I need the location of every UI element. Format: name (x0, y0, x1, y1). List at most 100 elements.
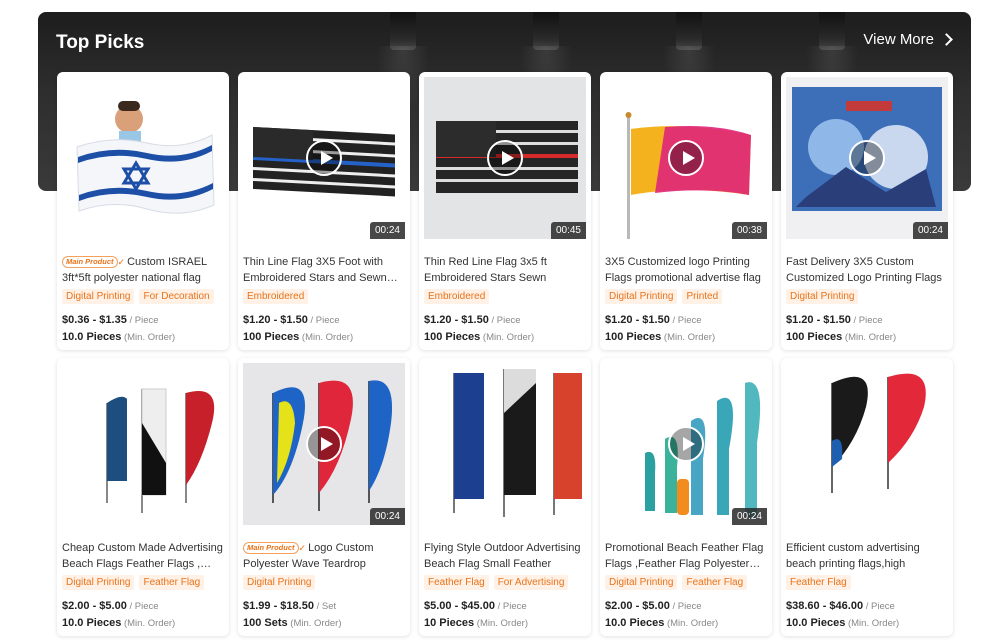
video-duration: 00:24 (369, 222, 405, 239)
product-tag: Feather Flag (682, 575, 748, 590)
teardrop-sale-flags-image (786, 363, 948, 525)
video-duration: 00:45 (550, 222, 586, 239)
product-tag: Feather Flag (786, 575, 851, 590)
product-image[interactable]: 00:24 (786, 77, 948, 239)
product-card[interactable]: 00:24 Thin Line Flag 3X5 Foot with Embro… (238, 72, 410, 350)
price-range: $5.00 - $45.00 (424, 600, 495, 612)
product-title[interactable]: Thin Red Line Flag 3x5 ft Embroidered St… (424, 254, 586, 286)
video-duration: 00:24 (912, 222, 948, 239)
product-tag: Digital Printing (62, 289, 135, 304)
product-moq: 10.0 Pieces (Min. Order) (62, 331, 175, 343)
product-title-text: Promotional Beach Feather Flag Flags ,Fe… (605, 542, 764, 570)
price-range: $2.00 - $5.00 (62, 600, 127, 612)
product-card[interactable]: 00:24 Promotional Beach Feather Flag Fla… (600, 358, 772, 636)
product-title-text: Efficient custom advertising beach print… (786, 542, 920, 570)
view-more-link[interactable]: View More (863, 31, 953, 48)
play-icon[interactable] (849, 140, 885, 176)
play-icon[interactable] (668, 140, 704, 176)
play-icon[interactable] (668, 426, 704, 462)
product-price: $38.60 - $46.00 / Piece (786, 600, 895, 612)
price-range: $1.99 - $18.50 (243, 600, 314, 612)
product-tag: For Advertising (493, 575, 569, 590)
min-order-quantity: 100 Sets (243, 617, 288, 629)
product-image[interactable] (62, 363, 224, 525)
product-tags: Digital Printing For Decoration (62, 289, 214, 304)
product-price: $2.00 - $5.00 / Piece (62, 600, 159, 612)
product-image[interactable]: 00:24 (243, 77, 405, 239)
checkmark-icon: ✓ (298, 543, 307, 553)
product-price: $2.00 - $5.00 / Piece (605, 600, 702, 612)
product-title[interactable]: Cheap Custom Made Advertising Beach Flag… (62, 540, 224, 572)
price-range: $1.20 - $1.50 (786, 314, 851, 326)
min-order-quantity: 10.0 Pieces (786, 617, 846, 629)
product-moq: 100 Pieces (Min. Order) (424, 331, 534, 343)
product-tag: Digital Printing (786, 289, 859, 304)
price-unit: / Piece (126, 601, 159, 612)
product-title[interactable]: Fast Delivery 3X5 Custom Customized Logo… (786, 254, 948, 286)
man-holding-israel-flag-image (62, 77, 224, 239)
product-title[interactable]: Main Product ✓ Logo Custom Polyester Wave … (243, 540, 405, 572)
product-tags: Embroidered (424, 289, 490, 304)
product-moq: 10.0 Pieces (Min. Order) (786, 617, 899, 629)
product-tag: For Decoration (139, 289, 214, 304)
price-unit: / Set (313, 601, 337, 612)
product-image[interactable]: 00:24 (243, 363, 405, 525)
product-title[interactable]: 3X5 Customized logo Printing Flags promo… (605, 254, 767, 286)
product-tags: Digital Printing Printed (605, 289, 723, 304)
product-card[interactable]: 00:24 Main Product ✓ Logo Custom Polyester… (238, 358, 410, 636)
product-price: $0.36 - $1.35 / Piece (62, 314, 159, 326)
product-title[interactable]: Flying Style Outdoor Advertising Beach F… (424, 540, 586, 572)
product-moq: 10.0 Pieces (Min. Order) (62, 617, 175, 629)
product-image[interactable] (62, 77, 224, 239)
product-price: $1.20 - $1.50 / Piece (605, 314, 702, 326)
product-moq: 100 Pieces (Min. Order) (243, 331, 353, 343)
product-title-text: Cheap Custom Made Advertising Beach Flag… (62, 542, 223, 570)
product-card[interactable]: 00:45 Thin Red Line Flag 3x5 ft Embroide… (419, 72, 591, 350)
product-title[interactable]: Promotional Beach Feather Flag Flags ,Fe… (605, 540, 767, 572)
play-icon[interactable] (487, 140, 523, 176)
product-tag: Digital Printing (243, 575, 316, 590)
product-image[interactable]: 00:38 (605, 77, 767, 239)
product-tag: Digital Printing (62, 575, 135, 590)
product-tag: Embroidered (243, 289, 309, 304)
price-unit: / Piece (863, 601, 895, 612)
product-card[interactable]: Cheap Custom Made Advertising Beach Flag… (57, 358, 229, 636)
product-tag: Feather Flag (424, 575, 489, 590)
min-order-note: (Min. Order) (474, 618, 528, 629)
product-card[interactable]: 00:38 3X5 Customized logo Printing Flags… (600, 72, 772, 350)
product-title[interactable]: Thin Line Flag 3X5 Foot with Embroidered… (243, 254, 405, 286)
product-image[interactable]: 00:45 (424, 77, 586, 239)
section-title: Top Picks (56, 32, 145, 53)
product-price: $1.20 - $1.50 / Piece (243, 314, 340, 326)
product-card[interactable]: Efficient custom advertising beach print… (781, 358, 953, 636)
min-order-note: (Min. Order) (299, 332, 354, 343)
min-order-quantity: 100 Pieces (786, 331, 843, 343)
product-image[interactable] (786, 363, 948, 525)
lamp-decoration (662, 12, 716, 116)
min-order-note: (Min. Order) (661, 332, 716, 343)
product-card[interactable]: Flying Style Outdoor Advertising Beach F… (419, 358, 591, 636)
min-order-note: (Min. Order) (845, 618, 900, 629)
play-icon[interactable] (306, 426, 342, 462)
product-card[interactable]: Main Product ✓ Custom ISRAEL 3ft*5ft polye… (57, 72, 229, 350)
product-moq: 10.0 Pieces (Min. Order) (605, 617, 718, 629)
price-unit: / Piece (850, 315, 883, 326)
product-tags: Digital Printing (243, 575, 316, 590)
video-duration: 00:38 (731, 222, 767, 239)
video-duration: 00:24 (369, 508, 405, 525)
product-title[interactable]: Efficient custom advertising beach print… (786, 540, 948, 572)
price-unit: / Piece (669, 601, 702, 612)
product-title-text: 3X5 Customized logo Printing Flags promo… (605, 256, 761, 284)
price-unit: / Piece (494, 601, 527, 612)
product-title[interactable]: Main Product ✓ Custom ISRAEL 3ft*5ft polye… (62, 254, 224, 286)
min-order-quantity: 10 Pieces (424, 617, 475, 629)
product-image[interactable]: 00:24 (605, 363, 767, 525)
price-range: $0.36 - $1.35 (62, 314, 127, 326)
product-moq: 100 Pieces (Min. Order) (605, 331, 715, 343)
product-image[interactable] (424, 363, 586, 525)
product-moq: 100 Pieces (Min. Order) (786, 331, 896, 343)
view-more-label: View More (863, 31, 934, 48)
product-card[interactable]: 00:24 Fast Delivery 3X5 Custom Customize… (781, 72, 953, 350)
min-order-note: (Min. Order) (121, 332, 176, 343)
play-icon[interactable] (306, 140, 342, 176)
